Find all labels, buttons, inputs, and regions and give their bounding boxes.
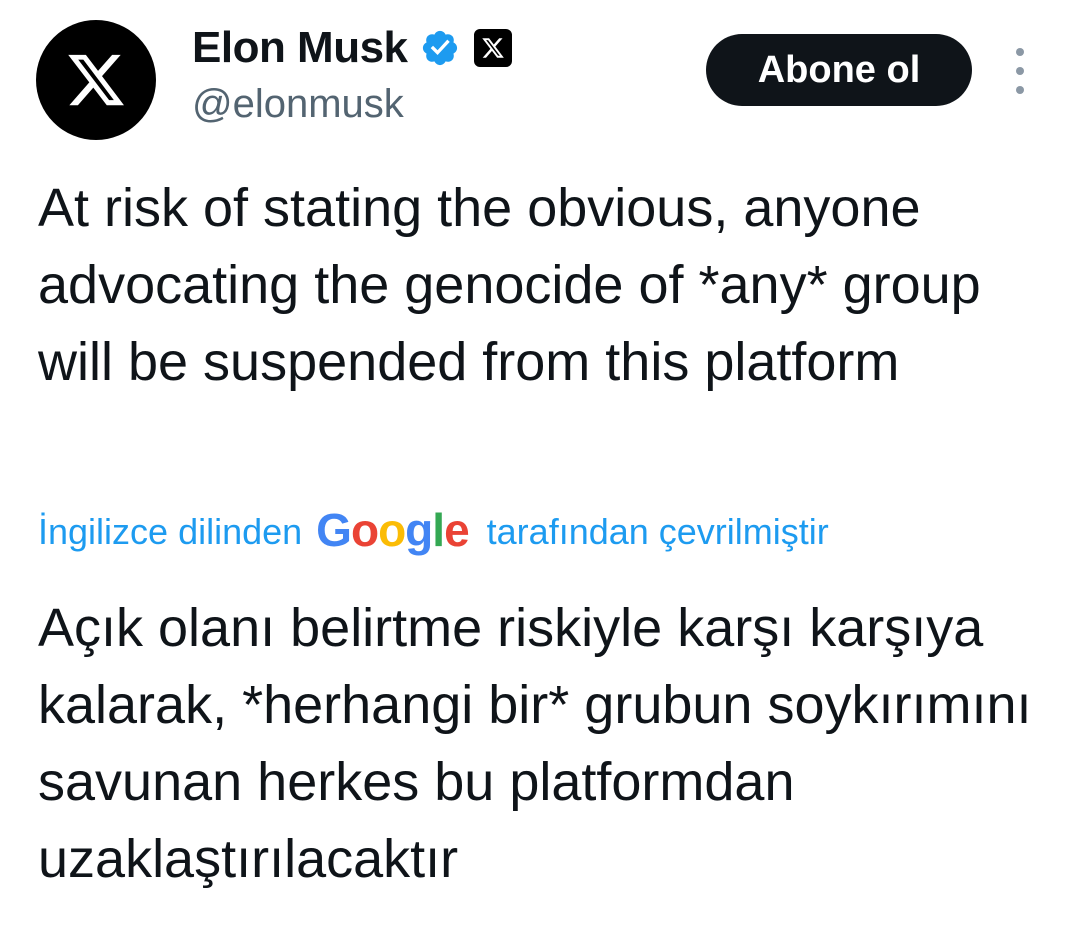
follow-button[interactable]: Abone ol (706, 34, 972, 106)
translation-prefix: İngilizce dilinden (38, 511, 303, 552)
translation-suffix: tarafından çevrilmiştir (486, 511, 829, 552)
verified-badge-icon[interactable] (420, 28, 460, 68)
avatar[interactable] (36, 20, 156, 140)
x-logo-icon (68, 54, 124, 106)
google-logo: Google (316, 504, 469, 556)
tweet-text: At risk of stating the obvious, anyone a… (38, 178, 981, 392)
translation-attribution[interactable]: İngilizce dilinden Google tarafından çev… (38, 502, 829, 562)
author-display-name[interactable]: Elon Musk (192, 23, 408, 73)
more-dot (1016, 48, 1024, 56)
more-dot (1016, 86, 1024, 94)
more-dot (1016, 67, 1024, 75)
author-handle[interactable]: @elonmusk (192, 82, 404, 127)
more-vertical-icon[interactable] (1008, 48, 1032, 94)
translated-tweet-text: Açık olanı belirtme riskiyle karşı karşı… (38, 598, 1032, 889)
author-name-row: Elon Musk (192, 20, 512, 76)
x-affiliate-badge-icon[interactable] (473, 29, 512, 67)
